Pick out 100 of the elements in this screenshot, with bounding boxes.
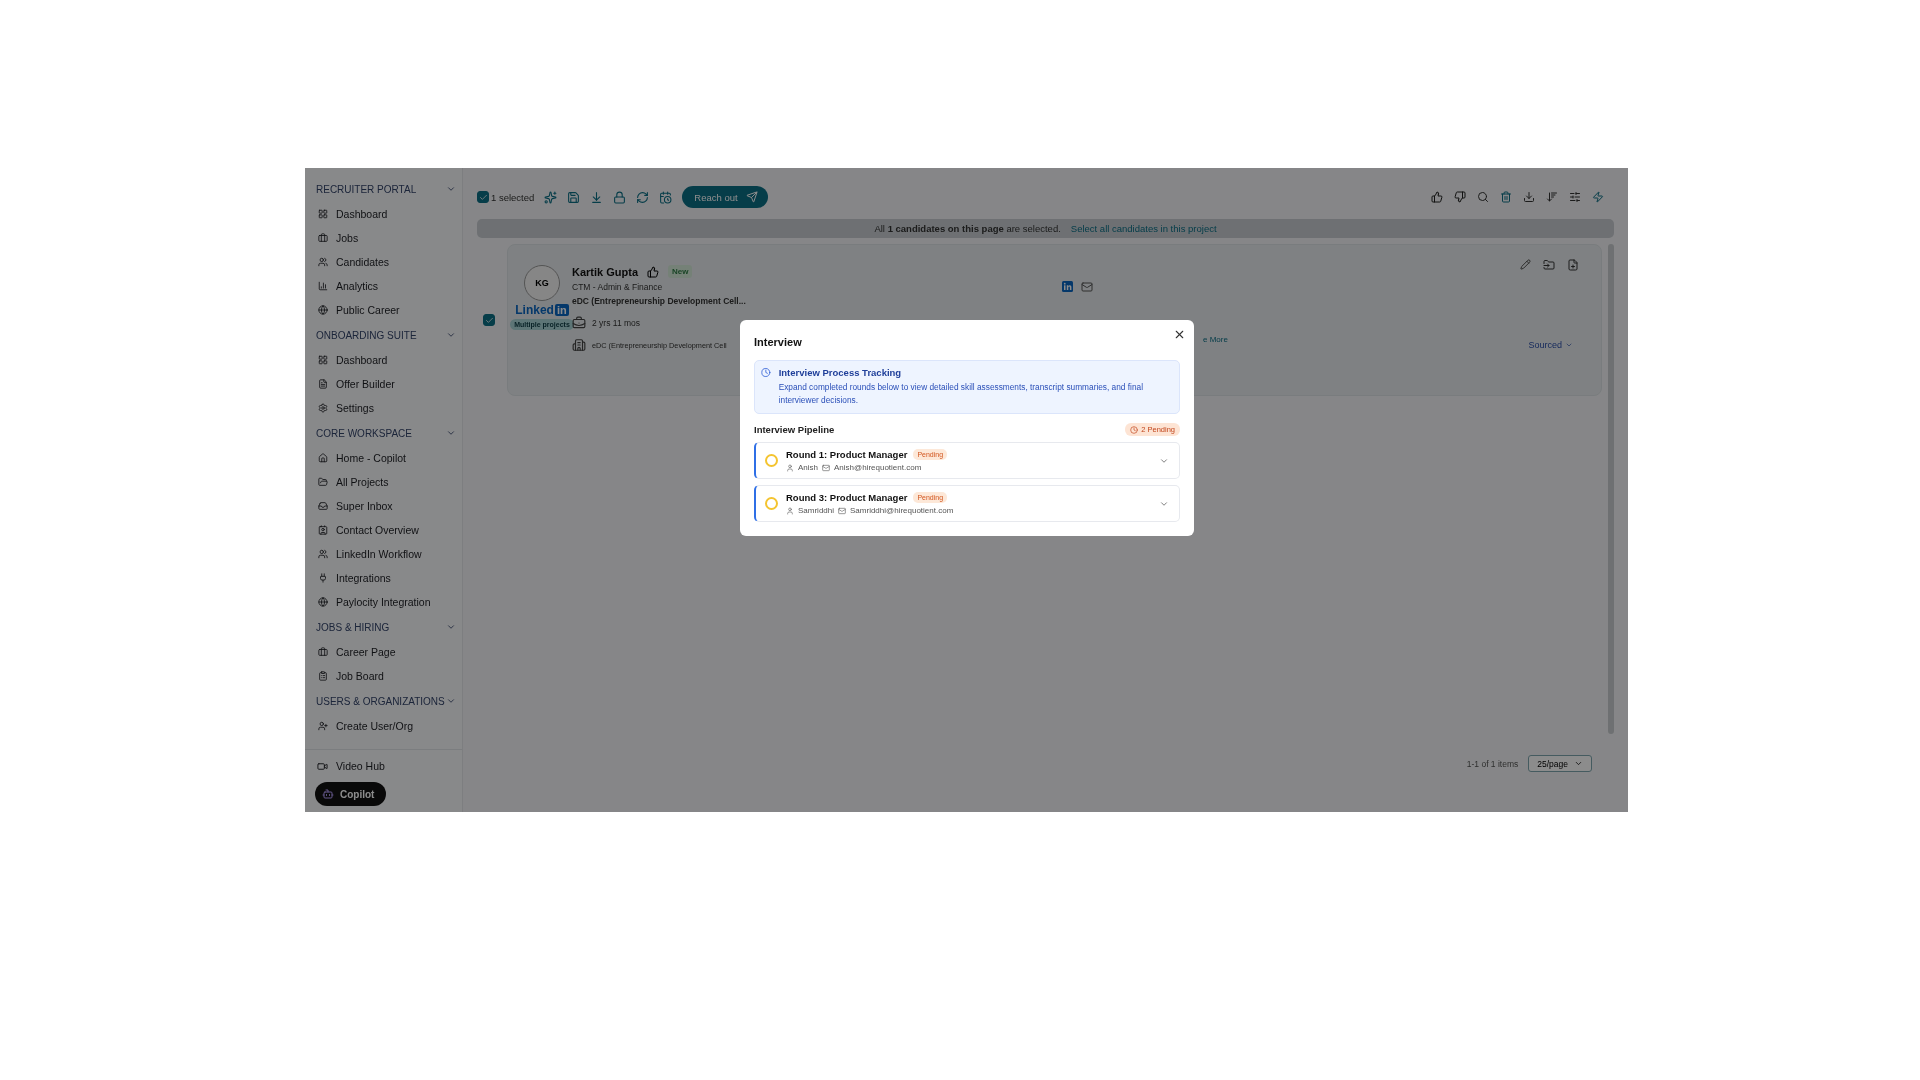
save-icon[interactable]: [567, 190, 581, 204]
document-icon: [318, 379, 328, 389]
scrollbar[interactable]: [1608, 244, 1614, 734]
linkedin-logo: Linked in: [515, 303, 569, 317]
building-icon: [572, 338, 586, 352]
sidebar-item[interactable]: Career Page: [316, 640, 456, 664]
linkedin-icon[interactable]: [1062, 281, 1073, 292]
chevron-down-icon[interactable]: [446, 696, 456, 706]
copilot-button[interactable]: Copilot: [315, 782, 387, 806]
mail-icon[interactable]: [1081, 281, 1093, 293]
job-title: CTM - Admin & Finance: [572, 282, 664, 292]
sidebar-item[interactable]: Video Hub: [315, 754, 452, 778]
plug-icon: [318, 573, 328, 583]
chevron-down-icon[interactable]: [446, 330, 456, 340]
folder-icon[interactable]: [1543, 259, 1555, 271]
interviewer-email: Anish@hirequotient.com: [834, 463, 922, 472]
sidebar-item[interactable]: Integrations: [316, 566, 456, 590]
section-heading: USERS & ORGANIZATIONS: [316, 695, 445, 707]
sidebar-item[interactable]: Jobs: [316, 226, 456, 250]
pencil-icon[interactable]: [1520, 259, 1531, 271]
users-icon: [318, 257, 328, 267]
sidebar-item[interactable]: Dashboard: [316, 348, 456, 372]
sidebar-item[interactable]: Offer Builder: [316, 372, 456, 396]
section-title: Interview Pipeline: [754, 424, 835, 435]
sidebar-item[interactable]: Settings: [316, 396, 456, 420]
select-all-checkbox[interactable]: [477, 191, 489, 203]
mail-icon: [838, 506, 846, 515]
inbox-icon: [318, 501, 328, 511]
lock-icon[interactable]: [613, 190, 627, 204]
chevron-down-icon[interactable]: [446, 622, 456, 632]
sidebar-item[interactable]: Contact Overview: [316, 518, 456, 542]
row-checkbox[interactable]: [483, 314, 495, 326]
selection-count: 1 selected: [491, 191, 535, 203]
people-icon: [318, 549, 328, 559]
section-heading: CORE WORKSPACE: [316, 427, 412, 439]
thumbs-up-icon[interactable]: [647, 265, 659, 278]
thumbs-down-icon[interactable]: [1454, 191, 1466, 203]
chevron-down-icon[interactable]: [446, 184, 456, 194]
video-camera-icon: [317, 760, 328, 772]
sidebar-item[interactable]: Create User/Org: [316, 714, 456, 738]
contact-icon: [318, 525, 328, 535]
section-heading: ONBOARDING SUITE: [316, 329, 417, 341]
search-icon[interactable]: [1477, 191, 1489, 203]
sidebar-item[interactable]: All Projects: [316, 470, 456, 494]
download-icon[interactable]: [1523, 191, 1535, 203]
sidebar-item[interactable]: Candidates: [316, 250, 456, 274]
info-text: Expand completed rounds below to view detailed skill assessments, transcript summaries, and final interviewer decisions.: [778, 381, 1144, 407]
pagination-summary: 1-1 of 1 items: [1466, 758, 1519, 769]
sidebar-item[interactable]: Dashboard: [316, 202, 456, 226]
selection-message: All 1 candidates on this page are selected.: [874, 223, 1061, 234]
globe-icon: [318, 305, 328, 315]
info-title: Interview Process Tracking: [778, 367, 903, 378]
sidebar-item[interactable]: Home - Copilot: [316, 446, 456, 470]
refresh-icon[interactable]: [636, 190, 650, 204]
user-plus-icon: [318, 721, 328, 731]
experience-text: 2 yrs 11 mos: [592, 318, 641, 328]
stage-dropdown[interactable]: Sourced: [1522, 339, 1579, 351]
status-circle-icon: [765, 497, 778, 510]
sidebar-item[interactable]: Super Inbox: [316, 494, 456, 518]
folder-icon: [318, 477, 328, 487]
bot-icon: [322, 788, 334, 800]
page-size-select[interactable]: 25/page: [1528, 755, 1592, 772]
chevron-down-icon: [1574, 759, 1583, 768]
see-more-link[interactable]: e More: [1203, 335, 1228, 344]
gear-icon: [318, 403, 328, 413]
section-heading: RECRUITER PORTAL: [316, 183, 417, 195]
reach-out-button[interactable]: Reach out: [682, 186, 768, 208]
close-icon[interactable]: [1173, 328, 1186, 341]
candidate-name[interactable]: Kartik Gupta: [572, 265, 638, 278]
check-icon: [484, 315, 494, 325]
grid-icon: [318, 355, 328, 365]
company-name: eDC (Entrepreneurship Development Cell...: [572, 296, 747, 306]
check-icon: [478, 192, 488, 202]
avatar: KG: [524, 265, 560, 301]
sparkles-icon[interactable]: [544, 190, 558, 204]
status-badge: New: [668, 265, 693, 278]
grid-icon: [318, 209, 328, 219]
filter-icon[interactable]: [1569, 191, 1581, 203]
sort-icon[interactable]: [1546, 191, 1558, 203]
mail-icon: [822, 463, 830, 472]
lightning-icon[interactable]: [1592, 191, 1604, 203]
section-heading: JOBS & HIRING: [316, 621, 390, 633]
sidebar-item[interactable]: Paylocity Integration: [316, 590, 456, 614]
home-icon: [318, 453, 328, 463]
sidebar-item[interactable]: Job Board: [316, 664, 456, 688]
briefcase-icon: [572, 316, 586, 330]
calendar-clock-icon[interactable]: [659, 190, 673, 204]
trash-icon[interactable]: [1500, 191, 1512, 203]
sidebar-item[interactable]: LinkedIn Workflow: [316, 542, 456, 566]
thumbs-up-icon[interactable]: [1431, 191, 1443, 203]
interviewer-email: Samriddhi@hirequotient.com: [850, 506, 954, 515]
file-plus-icon[interactable]: [1567, 259, 1579, 271]
status-circle-icon: [765, 454, 778, 467]
sidebar-item[interactable]: Public Career: [316, 298, 456, 322]
interviewer-name: Anish: [798, 463, 818, 472]
round-title: Round 1: Product Manager: [786, 449, 908, 460]
sidebar-item[interactable]: Analytics: [316, 274, 456, 298]
download-icon[interactable]: [590, 190, 604, 204]
chevron-down-icon: [1565, 341, 1573, 349]
chevron-down-icon[interactable]: [446, 428, 456, 438]
